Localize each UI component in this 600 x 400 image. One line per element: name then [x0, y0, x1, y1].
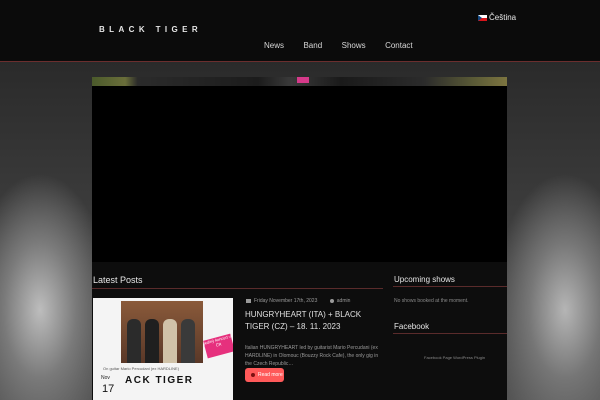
post-date: Friday November 17th, 2023: [254, 298, 318, 304]
hero-video[interactable]: [92, 77, 507, 262]
band-photo: [121, 301, 203, 363]
thumb-title: ACK TIGER: [125, 375, 194, 386]
site-logo[interactable]: BLACK TIGER: [99, 25, 202, 34]
post-meta: Friday November 17th, 2023 admin: [246, 298, 350, 304]
post-author[interactable]: admin: [337, 298, 351, 304]
arrow-icon: [251, 372, 255, 377]
thumb-caption: On guitar Mario Percudani (ex HARDLINE): [103, 366, 180, 371]
nav-item-contact[interactable]: Contact: [385, 41, 413, 50]
content-container: Latest Posts jediný koncert v ČR On guit…: [92, 77, 507, 400]
upcoming-shows-title: Upcoming shows: [394, 275, 455, 284]
facebook-plugin-link[interactable]: Facebook Page WordPress Plugin: [424, 355, 485, 360]
language-label: Čeština: [489, 13, 517, 22]
post-title[interactable]: HUNGRYHEART (ITA) + BLACK TIGER (CZ) – 1…: [245, 309, 385, 333]
post-date-month: Nov: [101, 375, 110, 381]
main-nav: News Band Shows Contact: [264, 35, 428, 53]
upcoming-shows-rule: [393, 286, 507, 287]
user-icon: [329, 298, 334, 303]
nav-item-band[interactable]: Band: [303, 41, 322, 50]
facebook-rule: [393, 333, 507, 334]
nav-item-news[interactable]: News: [264, 41, 284, 50]
latest-posts-title: Latest Posts: [93, 275, 143, 285]
post-date-day: 17: [102, 383, 115, 395]
facebook-title: Facebook: [394, 322, 430, 331]
calendar-icon: [246, 298, 251, 303]
latest-posts-rule: [92, 288, 383, 289]
read-more-label: Read more: [258, 372, 283, 378]
czech-flag-icon: [478, 14, 487, 21]
thumb-badge: jediný koncert v ČR: [203, 333, 233, 359]
post-thumbnail[interactable]: jediný koncert v ČR On guitar Mario Perc…: [93, 298, 233, 400]
upcoming-shows-text: No shows booked at the moment.: [394, 298, 469, 304]
read-more-button[interactable]: Read more: [245, 368, 284, 382]
post-excerpt: Italian HUNGRYHEART led by guitarist Mar…: [245, 345, 379, 367]
site-header: BLACK TIGER News Band Shows Contact Češt…: [0, 0, 600, 62]
nav-item-shows[interactable]: Shows: [342, 41, 366, 50]
hero-accent: [297, 77, 309, 83]
language-switch[interactable]: Čeština: [478, 13, 516, 22]
